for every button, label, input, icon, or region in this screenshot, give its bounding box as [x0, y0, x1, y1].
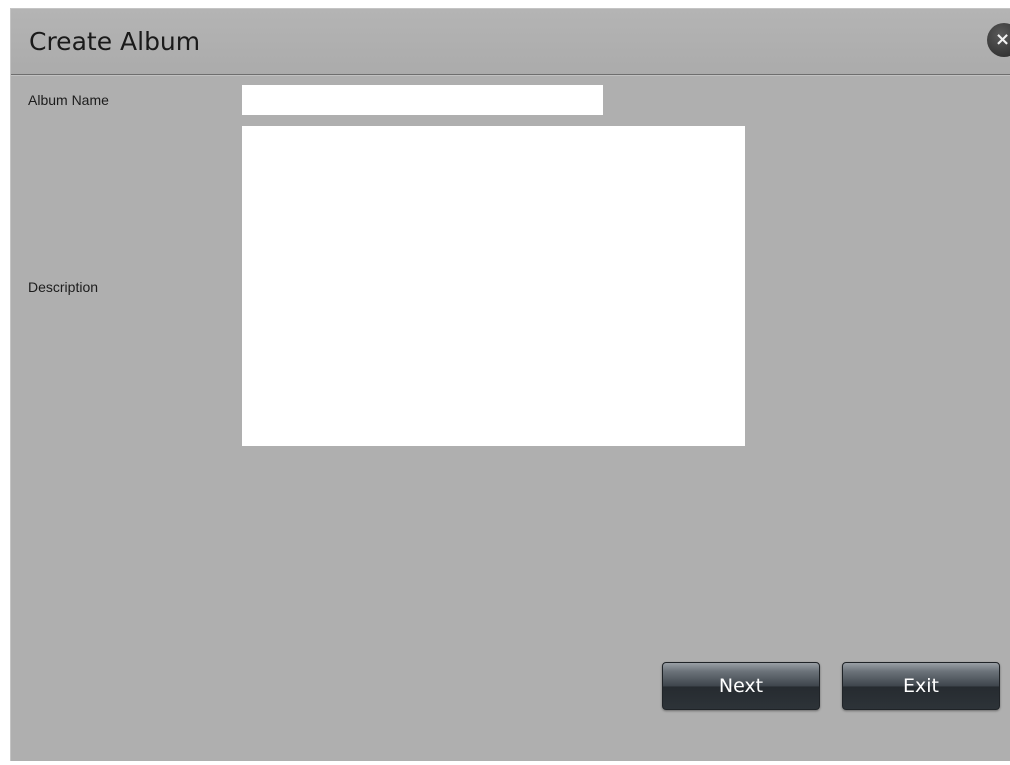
album-name-input[interactable]: [242, 85, 603, 115]
dialog-title: Create Album: [29, 27, 201, 56]
album-name-label: Album Name: [28, 92, 109, 108]
description-textarea[interactable]: [242, 126, 745, 446]
exit-button[interactable]: Exit: [842, 662, 1000, 710]
close-icon[interactable]: ×: [987, 23, 1010, 57]
dialog-titlebar: Create Album ×: [11, 9, 1010, 75]
description-label: Description: [28, 279, 99, 295]
next-button[interactable]: Next: [662, 662, 820, 710]
create-album-dialog: Create Album × Album Name Description Ne…: [10, 8, 1010, 761]
title-divider-highlight: [11, 75, 1010, 76]
